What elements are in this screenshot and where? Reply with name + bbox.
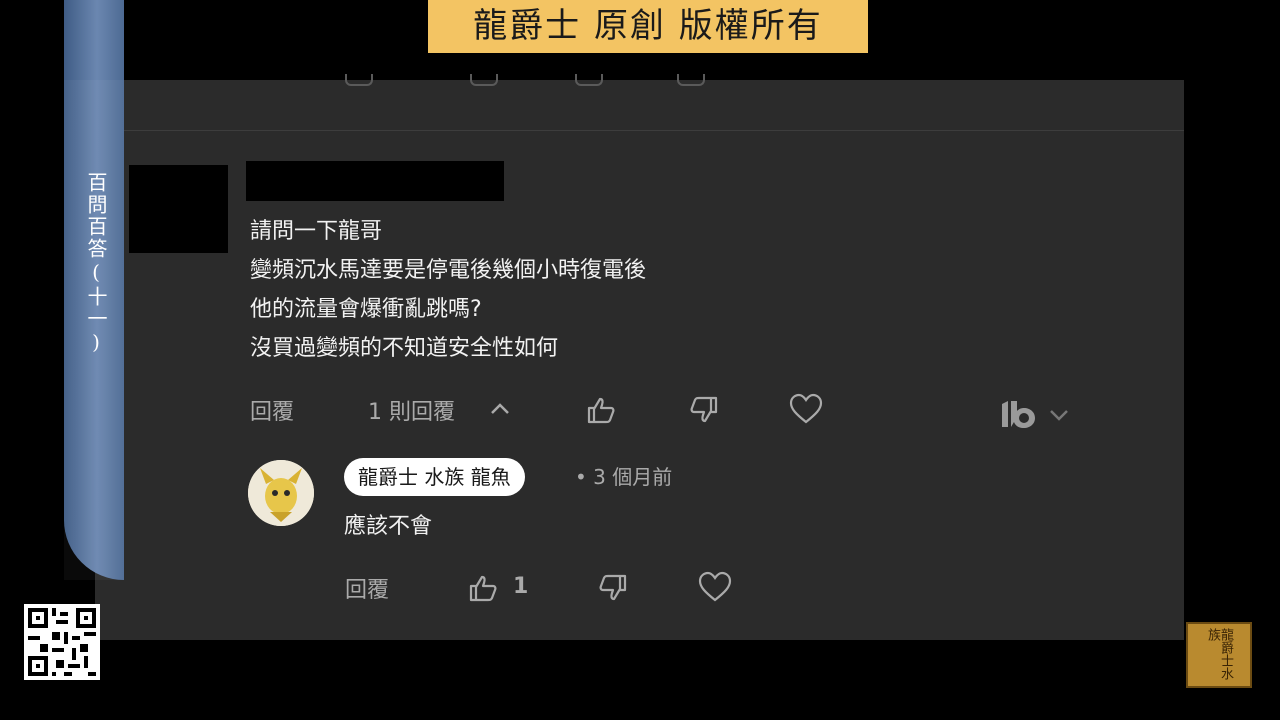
comment-line: 他的流量會爆衝亂跳嗎? xyxy=(250,297,482,322)
seal-stamp-icon: 龍爵士水族 xyxy=(1186,622,1252,688)
cut-off-icon xyxy=(345,74,373,86)
author-badge[interactable]: 龍爵士 水族 龍魚 xyxy=(344,458,525,496)
chevron-down-icon[interactable] xyxy=(1048,404,1070,426)
cut-off-icon xyxy=(575,74,603,86)
series-title: 百問百答(十一) xyxy=(84,172,108,356)
reply-button[interactable]: 回覆 xyxy=(345,572,389,604)
previous-comment-actions-stub xyxy=(95,74,1184,131)
qr-code-icon xyxy=(24,604,100,680)
cut-off-icon xyxy=(677,74,705,86)
timestamp: • 3 個月前 xyxy=(575,465,673,489)
chevron-up-icon[interactable] xyxy=(489,398,511,420)
comment-line: 請問一下龍哥 xyxy=(250,219,383,244)
cut-off-icon xyxy=(470,74,498,86)
comment-body: 請問一下龍哥 變頻沉水馬達要是停電後幾個小時復電後 他的流量會爆衝亂跳嗎? 沒買… xyxy=(250,212,646,368)
thumb-down-icon[interactable] xyxy=(597,572,629,604)
seal-text: 龍爵士水族 xyxy=(1205,628,1233,680)
thumb-down-icon[interactable] xyxy=(688,394,720,426)
reply-body: 應該不會 xyxy=(344,514,433,539)
copyright-banner: 龍爵士 原創 版權所有 xyxy=(428,0,868,53)
reply-button[interactable]: 回覆 xyxy=(250,394,294,426)
avatar[interactable] xyxy=(248,460,314,526)
view-replies-button[interactable]: 1 則回覆 xyxy=(368,394,455,426)
comment-line: 沒買過變頻的不知道安全性如何 xyxy=(250,336,559,361)
heart-icon[interactable] xyxy=(789,393,823,425)
comment-line: 變頻沉水馬達要是停電後幾個小時復電後 xyxy=(250,258,647,283)
thumb-up-icon[interactable] xyxy=(467,572,499,604)
thumb-up-icon[interactable] xyxy=(585,394,617,426)
like-count: 1 xyxy=(513,574,529,599)
redacted-username xyxy=(246,161,504,201)
creator-logo-icon xyxy=(999,398,1039,430)
heart-icon[interactable] xyxy=(698,571,732,603)
redacted-avatar xyxy=(129,165,228,253)
